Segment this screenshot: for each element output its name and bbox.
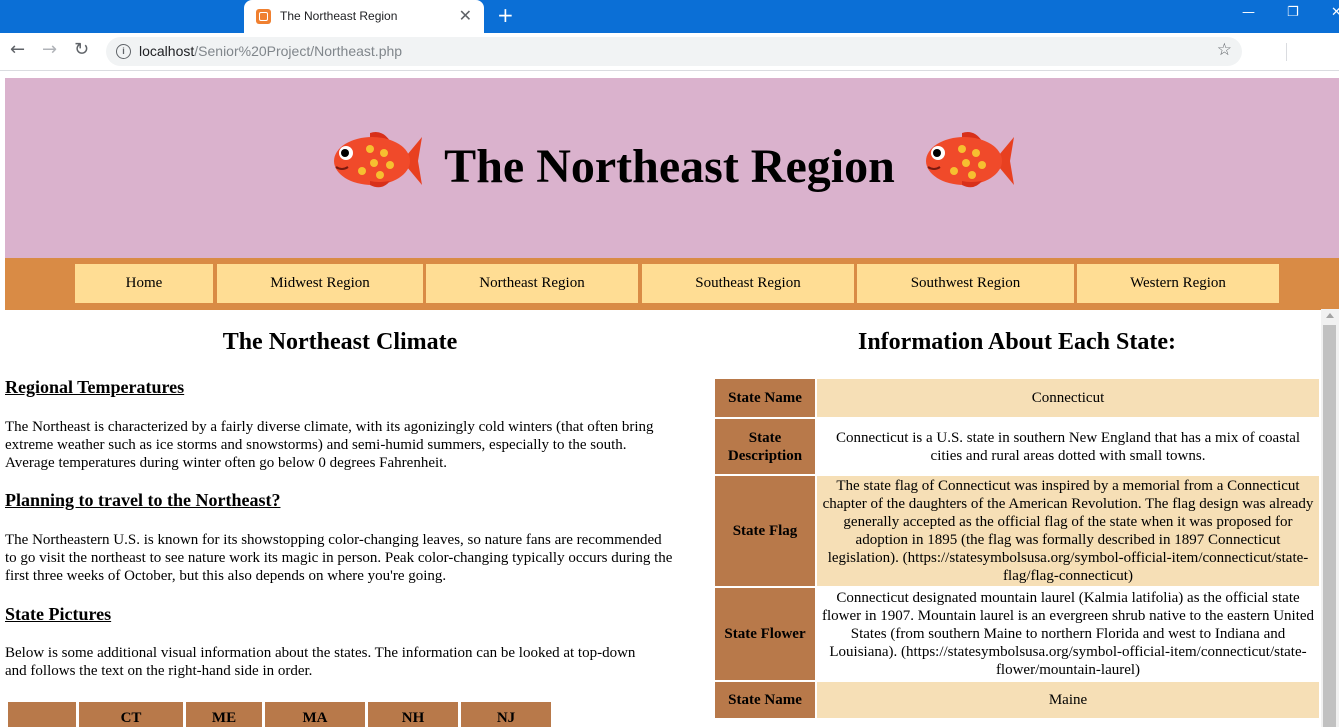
row-label: State Name — [715, 379, 815, 417]
url-host: localhost — [139, 43, 195, 59]
travel-text: The Northeastern U.S. is known for its s… — [5, 532, 673, 584]
row-value: Connecticut is a U.S. state in southern … — [817, 419, 1319, 474]
new-tab-plus-icon[interactable]: + — [497, 3, 514, 27]
climate-heading: The Northeast Climate — [222, 329, 458, 355]
row-label: State Flag — [715, 476, 815, 586]
nav-home[interactable]: Home — [75, 264, 213, 303]
temperatures-text: The Northeast is characterized by a fair… — [5, 419, 654, 471]
pic-col-me: ME — [186, 702, 262, 727]
pic-col-ma: MA — [265, 702, 365, 727]
back-arrow-icon[interactable]: ← — [10, 39, 25, 60]
url-path: /Senior%20Project/Northeast.php — [194, 43, 403, 59]
row-value: Maine — [817, 682, 1319, 718]
row-label: State Flower — [715, 588, 815, 680]
state-info-heading: Information About Each State: — [857, 329, 1176, 355]
nav-northeast[interactable]: Northeast Region — [426, 264, 638, 303]
page-scrollbar[interactable] — [1321, 309, 1339, 727]
table-row: State Name Connecticut — [715, 379, 1319, 417]
row-label: State Name — [715, 682, 815, 718]
pic-col-nh: NH — [368, 702, 458, 727]
row-value: Connecticut — [817, 379, 1319, 417]
toolbar-divider — [1286, 43, 1287, 61]
table-row: State Description Connecticut is a U.S. … — [715, 419, 1319, 474]
nav-southwest[interactable]: Southwest Region — [857, 264, 1074, 303]
browser-toolbar: ← → ↻ i localhost/Senior%20Project/North… — [0, 33, 1339, 71]
table-row: State Flower Connecticut designated moun… — [715, 588, 1319, 680]
window-close-icon[interactable]: ✕ — [1331, 5, 1339, 20]
nav-western[interactable]: Western Region — [1077, 264, 1279, 303]
reload-icon[interactable]: ↻ — [74, 39, 89, 60]
nav-midwest[interactable]: Midwest Region — [217, 264, 423, 303]
page-viewport: The Northeast Region Home Midwest Region… — [0, 71, 1339, 727]
browser-titlebar: The Northeast Region ✕ + — ❐ ✕ — [0, 0, 1339, 33]
restore-icon[interactable]: ❐ — [1287, 5, 1299, 20]
pictures-heading: State Pictures — [5, 604, 112, 624]
table-row: State Flag The state flag of Connecticut… — [715, 476, 1319, 586]
row-label: State Description — [715, 419, 815, 474]
scroll-up-arrow-icon[interactable] — [1326, 313, 1334, 318]
state-info-table: State Name Connecticut State Description… — [713, 377, 1321, 720]
info-icon[interactable]: i — [116, 44, 131, 59]
minimize-icon[interactable]: — — [1242, 5, 1255, 20]
fish-icon — [926, 132, 1014, 188]
pic-table-corner — [8, 702, 76, 727]
scrollbar-thumb[interactable] — [1323, 325, 1336, 727]
travel-heading: Planning to travel to the Northeast? — [5, 490, 281, 510]
page-title: The Northeast Region — [444, 140, 895, 193]
close-icon[interactable]: ✕ — [459, 6, 472, 26]
address-bar[interactable]: i localhost/Senior%20Project/Northeast.p… — [106, 37, 1242, 66]
url-text[interactable]: localhost/Senior%20Project/Northeast.php — [139, 43, 402, 59]
bookmark-star-icon[interactable]: ☆ — [1217, 40, 1232, 60]
row-value: Connecticut designated mountain laurel (… — [817, 588, 1319, 680]
temperatures-heading: Regional Temperatures — [5, 377, 185, 397]
state-pictures-table: CT ME MA NH NJ — [5, 699, 554, 727]
forward-arrow-icon[interactable]: → — [42, 39, 57, 60]
row-value: The state flag of Connecticut was inspir… — [817, 476, 1319, 586]
xampp-favicon-icon — [256, 9, 271, 24]
nav-southeast[interactable]: Southeast Region — [642, 264, 854, 303]
pic-col-nj: NJ — [461, 702, 551, 727]
main-nav: Home Midwest Region Northeast Region Sou… — [5, 258, 1339, 310]
pictures-text: Below is some additional visual informat… — [5, 645, 636, 679]
pic-col-ct: CT — [79, 702, 183, 727]
tab-title: The Northeast Region — [280, 9, 398, 23]
browser-tab-active[interactable]: The Northeast Region ✕ — [244, 0, 484, 33]
table-row: State Name Maine — [715, 682, 1319, 718]
